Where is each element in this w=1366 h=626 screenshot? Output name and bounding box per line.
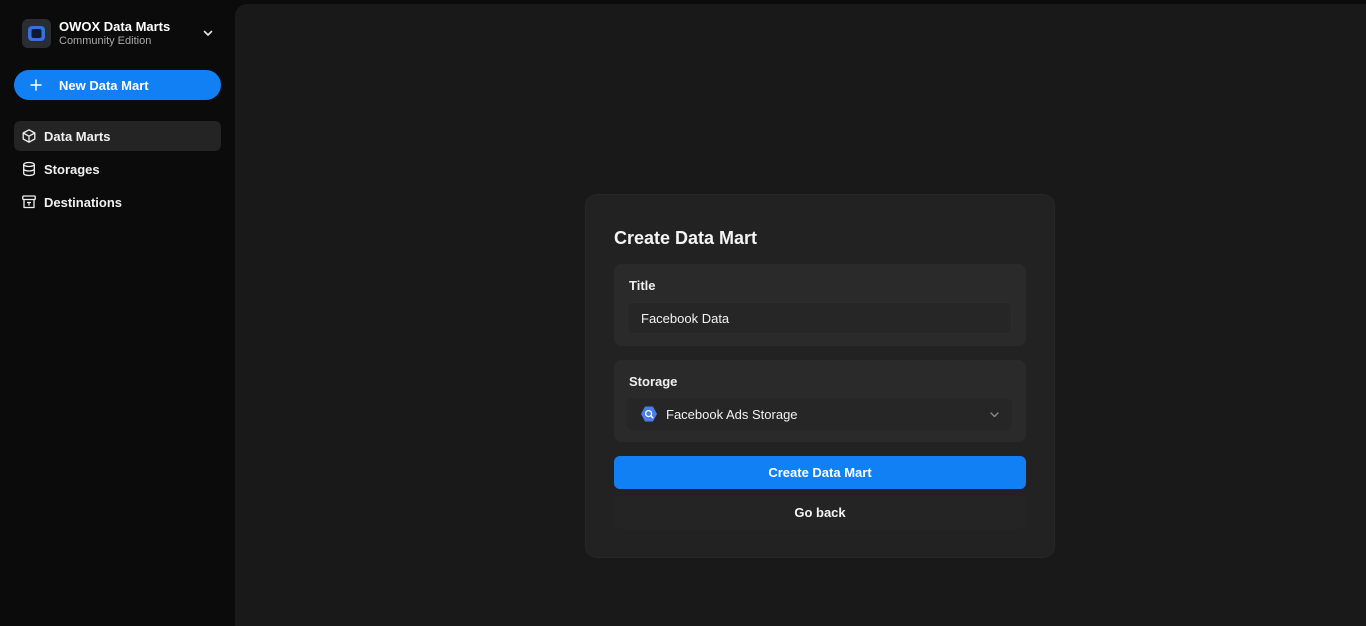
- new-data-mart-button[interactable]: New Data Mart: [14, 70, 221, 100]
- title-label: Title: [629, 278, 656, 293]
- page-title: Create Data Mart: [614, 228, 758, 248]
- owox-logo-icon: [22, 18, 51, 48]
- brand-edition: Community Edition: [59, 34, 152, 47]
- sidebar-item-label: Destinations: [44, 194, 123, 210]
- create-data-mart-button[interactable]: Create Data Mart: [614, 456, 1026, 489]
- workspace-switcher[interactable]: OWOX Data Marts Community Edition: [22, 18, 222, 48]
- chevron-down-icon: [990, 412, 999, 418]
- storage-select-value: Facebook Ads Storage: [666, 406, 798, 422]
- sidebar-nav: Data Marts Storages Destinations: [14, 121, 221, 220]
- plus-icon: [30, 79, 42, 91]
- cube-icon: [22, 129, 36, 143]
- app-root: OWOX Data Marts Community Edition New Da…: [0, 0, 1366, 626]
- sidebar-item-label: Storages: [44, 161, 100, 177]
- create-data-mart-card: Create Data Mart Title Facebook Data Sto…: [585, 194, 1055, 558]
- title-input[interactable]: Facebook Data: [627, 302, 1012, 334]
- sidebar-item-destinations[interactable]: Destinations: [14, 187, 221, 217]
- new-data-mart-label: New Data Mart: [59, 77, 149, 93]
- sidebar-item-storages[interactable]: Storages: [14, 154, 221, 184]
- sidebar-item-label: Data Marts: [44, 128, 111, 144]
- storage-label: Storage: [629, 374, 678, 389]
- brand-name: OWOX Data Marts: [59, 18, 171, 34]
- sidebar-item-data-marts[interactable]: Data Marts: [14, 121, 221, 151]
- title-section: Title Facebook Data: [614, 264, 1026, 346]
- database-icon: [23, 161, 35, 177]
- brand-text: OWOX Data Marts Community Edition: [59, 20, 170, 47]
- storage-select[interactable]: Facebook Ads Storage: [627, 398, 1012, 430]
- title-input-value: Facebook Data: [641, 310, 730, 326]
- go-back-button[interactable]: Go back: [614, 496, 1026, 529]
- chevron-down-icon[interactable]: [202, 27, 214, 39]
- destination-icon: [22, 195, 36, 209]
- bigquery-icon: [641, 406, 657, 422]
- sidebar: OWOX Data Marts Community Edition New Da…: [0, 0, 235, 626]
- main-content: Create Data Mart Title Facebook Data Sto…: [235, 4, 1366, 626]
- storage-section: Storage Facebook Ads Storage: [614, 360, 1026, 442]
